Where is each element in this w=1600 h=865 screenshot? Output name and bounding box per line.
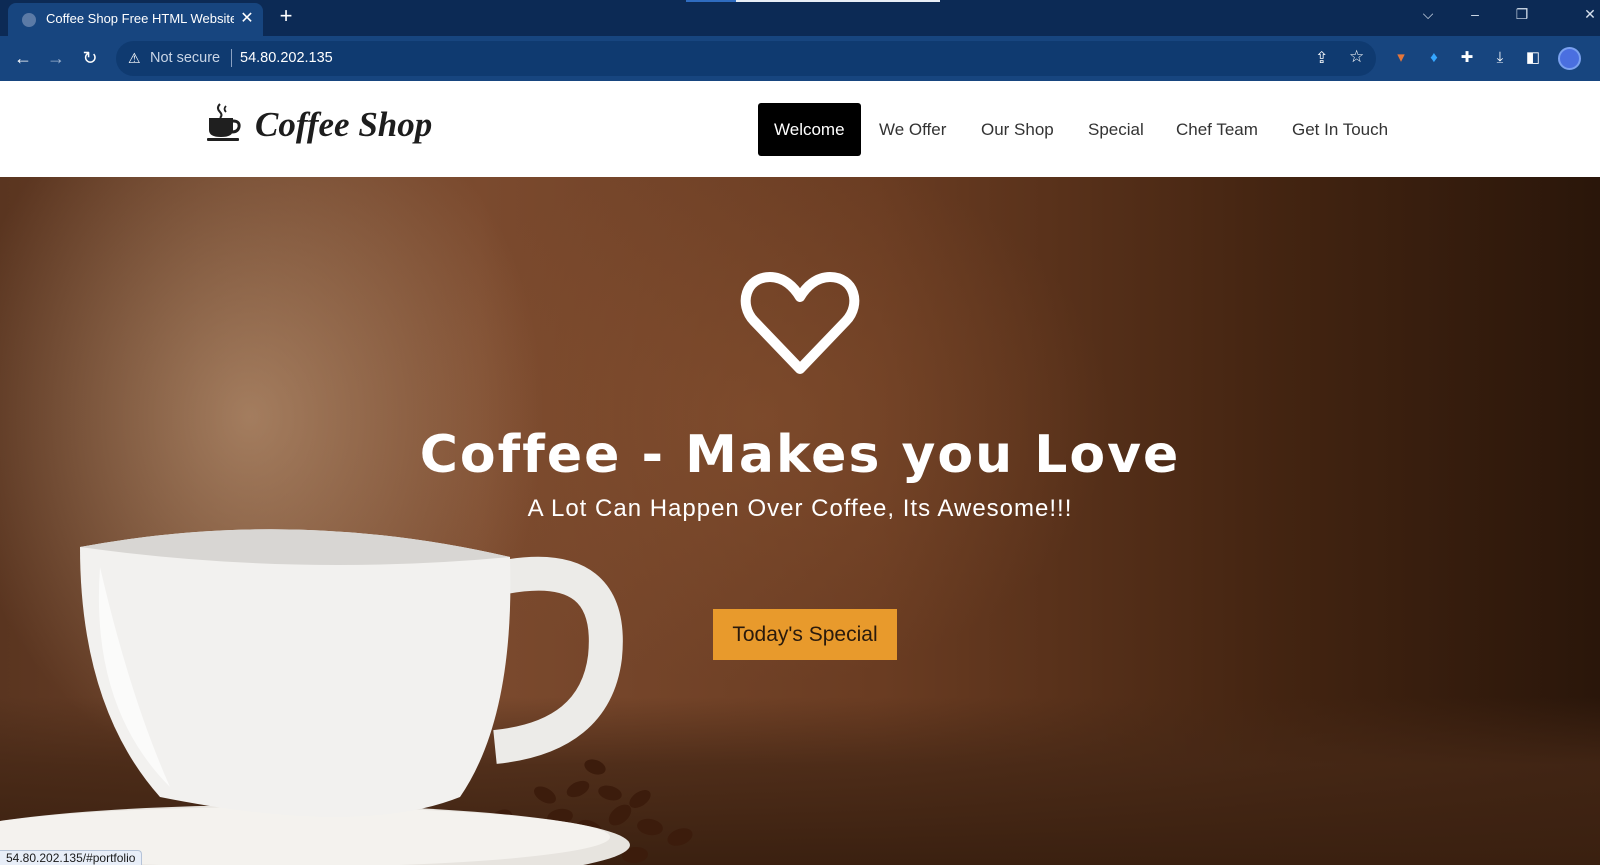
- browser-tab-strip: Coffee Shop Free HTML Website ✕ + ⌵ – ❐ …: [0, 0, 1600, 36]
- browser-toolbar: ← → ↻ ⚠ Not secure 54.80.202.135 ⇪ ☆ ▾ ♦…: [0, 36, 1600, 81]
- nav-get-in-touch[interactable]: Get In Touch: [1276, 103, 1404, 156]
- nav-chef-team[interactable]: Chef Team: [1160, 103, 1274, 156]
- location-pin-extension-icon[interactable]: ♦: [1425, 49, 1443, 67]
- hero-title: Coffee - Makes you Love: [419, 425, 1181, 485]
- profile-avatar[interactable]: [1558, 47, 1581, 70]
- address-bar[interactable]: ⚠ Not secure 54.80.202.135 ⇪ ☆: [116, 41, 1376, 76]
- coffee-cup-logo-icon[interactable]: [207, 102, 243, 142]
- puzzle-extension-icon[interactable]: ✚: [1458, 49, 1476, 67]
- link-status-bar: 54.80.202.135/#portfolio: [0, 850, 143, 865]
- tab-title: Coffee Shop Free HTML Website: [46, 11, 234, 26]
- tab-search-chevron-icon[interactable]: ⌵: [1418, 6, 1438, 23]
- minimize-button[interactable]: –: [1465, 6, 1485, 22]
- hero-subtitle: A Lot Can Happen Over Coffee, Its Awesom…: [527, 495, 1073, 522]
- nav-we-offer[interactable]: We Offer: [863, 103, 962, 156]
- coffee-cup-image: [0, 529, 693, 865]
- site-header: Coffee Shop Welcome We Offer Our Shop Sp…: [0, 81, 1600, 177]
- nav-welcome[interactable]: Welcome: [758, 103, 861, 156]
- warning-icon[interactable]: ⚠: [128, 50, 141, 67]
- share-icon[interactable]: ⇪: [1315, 48, 1328, 68]
- star-icon[interactable]: ☆: [1349, 47, 1364, 67]
- security-label[interactable]: Not secure: [150, 50, 220, 66]
- forward-arrow-icon[interactable]: →: [43, 45, 69, 71]
- site-logo-text[interactable]: Coffee Shop: [255, 105, 432, 145]
- nav-special[interactable]: Special: [1072, 103, 1160, 156]
- nav-our-shop[interactable]: Our Shop: [965, 103, 1070, 156]
- globe-icon: [22, 13, 36, 27]
- window-close-button[interactable]: ✕: [1580, 6, 1600, 23]
- address-divider: [231, 49, 232, 67]
- hero-section: Coffee - Makes you Love A Lot Can Happen…: [0, 177, 1600, 865]
- url-text[interactable]: 54.80.202.135: [240, 50, 333, 66]
- todays-special-button[interactable]: Today's Special: [713, 609, 897, 660]
- tab-close-icon[interactable]: ✕: [238, 8, 256, 28]
- reload-icon[interactable]: ↻: [77, 45, 103, 71]
- browser-tab[interactable]: Coffee Shop Free HTML Website ✕: [8, 3, 263, 36]
- restore-button[interactable]: ❐: [1512, 6, 1532, 23]
- new-tab-button[interactable]: +: [274, 3, 298, 29]
- heart-icon: [740, 272, 860, 374]
- coffee-extension-icon[interactable]: ▾: [1392, 49, 1410, 67]
- sidebar-icon[interactable]: ◧: [1524, 49, 1542, 67]
- back-arrow-icon[interactable]: ←: [10, 45, 36, 71]
- tab-strip-accent-light: [736, 0, 940, 2]
- download-icon[interactable]: ⤓: [1491, 49, 1509, 67]
